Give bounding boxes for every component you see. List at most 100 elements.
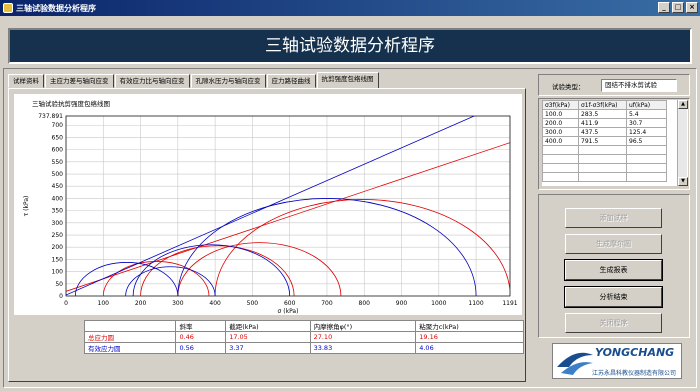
- stats-intercept: 3.37: [225, 342, 311, 354]
- x-tick-label: 500: [247, 300, 259, 307]
- stats-header-intercept: 截距(kPa): [225, 320, 311, 332]
- cell: [578, 145, 627, 155]
- mohr-circle-total: [140, 245, 295, 296]
- tab-stress-path[interactable]: 应力路径曲线: [266, 74, 316, 88]
- cell: [626, 145, 667, 155]
- tab-stress-diff-strain[interactable]: 主应力差与轴向应变: [45, 74, 114, 88]
- data-header-row: σ3f(kPa) σ1f-σ3f(kPa) uf(kPa): [542, 100, 667, 110]
- yongchang-logo-icon: [557, 352, 593, 375]
- cell: [542, 163, 579, 173]
- app-header: 三轴试验数据分析程序: [8, 28, 692, 64]
- tab-shear-envelope[interactable]: 抗剪强度包络线图: [316, 72, 379, 88]
- x-tick-label: 700: [321, 300, 333, 307]
- table-row[interactable]: 200.0 411.9 30.7: [542, 118, 667, 128]
- x-tick-label: 0: [64, 300, 68, 307]
- data-header-s3: σ3f(kPa): [542, 100, 579, 110]
- stats-c: 19.16: [415, 331, 524, 343]
- table-row-empty[interactable]: [542, 145, 667, 155]
- maximize-icon[interactable]: □: [672, 2, 684, 13]
- y-tick-label: 650: [52, 134, 64, 141]
- gen-report-button[interactable]: 生成报表: [564, 259, 663, 281]
- tab-sample-info[interactable]: 试样资料: [8, 74, 44, 88]
- stats-table: 斜率 截距(kPa) 内摩擦角φ(°) 粘聚力c(kPa) 总应力圆 0.46 …: [83, 320, 524, 354]
- cell: 400.0: [542, 136, 579, 146]
- mohr-circle-total: [177, 242, 342, 296]
- x-tick-label: 800: [359, 300, 371, 307]
- y-tick-label: 550: [52, 159, 64, 166]
- y-tick-label: 100: [52, 269, 64, 276]
- cell: 283.5: [578, 109, 627, 119]
- mohr-circle-effective: [125, 266, 216, 296]
- cell: 5.4: [626, 109, 667, 119]
- cell: [626, 172, 667, 182]
- y-tick-label: 400: [52, 195, 64, 202]
- stats-intercept: 17.05: [225, 331, 311, 343]
- stats-row-effective: 有效应力圆 0.56 3.37 33.83 4.06: [83, 342, 524, 354]
- tab-bar: 试样资料 主应力差与轴向应变 有效应力比与轴向应变 孔隙水压力与轴向应变 应力路…: [8, 72, 380, 88]
- table-row[interactable]: 400.0 791.5 96.5: [542, 136, 667, 146]
- y-axis-label: τ (kPa): [23, 196, 30, 217]
- table-row[interactable]: 100.0 283.5 5.4: [542, 109, 667, 119]
- cell: [542, 172, 579, 182]
- x-tick-label: 300: [172, 300, 184, 307]
- finish-analysis-button[interactable]: 分析结束: [564, 286, 663, 308]
- cell: 437.5: [578, 127, 627, 137]
- stats-header-phi: 内摩擦角φ(°): [309, 320, 417, 332]
- x-tick-label: 1000: [431, 300, 446, 307]
- x-tick-label: 1191: [502, 300, 517, 307]
- x-tick-label: 900: [396, 300, 408, 307]
- close-icon[interactable]: ×: [686, 2, 698, 13]
- stats-panel: 斜率 截距(kPa) 内摩擦角φ(°) 粘聚力c(kPa) 总应力圆 0.46 …: [83, 320, 524, 378]
- table-row-empty[interactable]: [542, 163, 667, 173]
- stats-phi: 33.83: [309, 342, 417, 354]
- cell: 96.5: [626, 136, 667, 146]
- stats-header-row: 斜率 截距(kPa) 内摩擦角φ(°) 粘聚力c(kPa): [83, 320, 524, 332]
- y-tick-label: 50: [55, 281, 63, 288]
- cell: [542, 154, 579, 164]
- y-tick-label: 150: [52, 256, 64, 263]
- stats-label: 总应力圆: [83, 331, 177, 343]
- x-tick-label: 600: [284, 300, 296, 307]
- minimize-icon[interactable]: _: [658, 2, 670, 13]
- y-tick-label: 500: [52, 171, 64, 178]
- chart-title: 三轴试验抗剪强度包络线图: [32, 99, 110, 108]
- stats-c: 4.06: [415, 342, 524, 354]
- cell: 411.9: [578, 118, 627, 128]
- table-row-empty[interactable]: [542, 154, 667, 164]
- data-header-u: uf(kPa): [626, 100, 667, 110]
- gen-mohr-button[interactable]: 生成摩尔圆: [565, 234, 662, 254]
- y-tick-label: 450: [52, 183, 64, 190]
- window-titlebar: 三轴试验数据分析程序 _ □ ×: [0, 0, 700, 16]
- cell: 30.7: [626, 118, 667, 128]
- stats-header-slope: 斜率: [175, 320, 227, 332]
- cell: 100.0: [542, 109, 579, 119]
- close-program-button[interactable]: 关闭程序: [565, 313, 662, 333]
- cell: [626, 163, 667, 173]
- cell: [578, 154, 627, 164]
- x-tick-label: 200: [135, 300, 147, 307]
- y-tick-label: 700: [52, 122, 64, 129]
- cell: [626, 154, 667, 164]
- tab-effective-ratio-strain[interactable]: 有效应力比与轴向应变: [114, 74, 190, 88]
- table-row[interactable]: 300.0 437.5 125.4: [542, 127, 667, 137]
- y-tick-label: 200: [52, 244, 64, 251]
- stats-phi: 27.10: [309, 331, 417, 343]
- table-row-empty[interactable]: [542, 172, 667, 182]
- envelope-line-effective: [66, 116, 476, 296]
- y-tick-label: 300: [52, 220, 64, 227]
- cell: [578, 172, 627, 182]
- app-icon: [3, 3, 13, 13]
- scroll-down-icon[interactable]: ▼: [678, 177, 688, 186]
- logo-subtitle: 江苏永昌科教仪器制造有限公司: [592, 370, 677, 377]
- add-sample-button[interactable]: 添加试样: [565, 208, 662, 228]
- x-tick-label: 1100: [468, 300, 483, 307]
- data-grid[interactable]: σ3f(kPa) σ1f-σ3f(kPa) uf(kPa) 100.0 283.5…: [542, 100, 688, 186]
- test-type-field[interactable]: 固结不排水剪试验: [601, 79, 677, 92]
- data-table: σ3f(kPa) σ1f-σ3f(kPa) uf(kPa) 100.0 283.5…: [542, 100, 667, 182]
- tab-pore-pressure-strain[interactable]: 孔隙水压力与轴向应变: [190, 74, 266, 88]
- scroll-up-icon[interactable]: ▲: [678, 100, 688, 109]
- data-grid-scrollbar[interactable]: ▲ ▼: [677, 100, 688, 186]
- y-tick-label: 350: [52, 208, 64, 215]
- stats-row-total: 总应力圆 0.46 17.05 27.10 19.16: [83, 331, 524, 343]
- window-title: 三轴试验数据分析程序: [16, 3, 96, 13]
